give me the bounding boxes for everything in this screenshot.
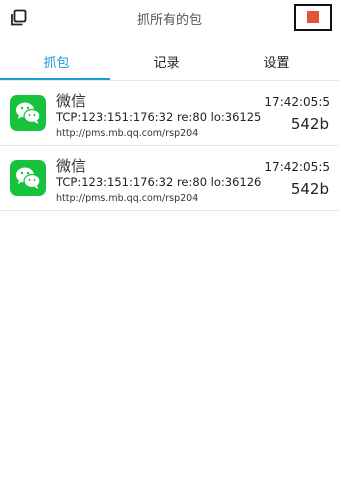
wechat-icon — [10, 95, 46, 131]
timestamp: 17:42:05:5 — [264, 160, 330, 174]
active-tab-indicator — [0, 78, 110, 80]
tab-capture[interactable]: 抓包 — [0, 52, 113, 71]
request-url: http://pms.mb.qq.com/rsp204 — [56, 128, 199, 139]
tab-settings[interactable]: 设置 — [220, 52, 333, 71]
packet-row[interactable]: 微信 TCP:123:151:176:32 re:80 lo:36126 htt… — [0, 146, 339, 211]
connection-info: TCP:123:151:176:32 re:80 lo:36126 — [56, 175, 262, 189]
request-url: http://pms.mb.qq.com/rsp204 — [56, 193, 199, 204]
page-title: 抓所有的包 — [136, 13, 202, 28]
stop-square-icon[interactable] — [307, 11, 319, 23]
app-name: 微信 — [56, 157, 87, 175]
tab-bar: 抓包 记录 设置 — [0, 36, 339, 81]
packet-list: 微信 TCP:123:151:176:32 re:80 lo:36125 htt… — [0, 81, 339, 211]
app-name: 微信 — [56, 92, 87, 110]
connection-info: TCP:123:151:176:32 re:80 lo:36125 — [56, 110, 262, 124]
packet-size: 542b — [290, 115, 329, 133]
packet-row[interactable]: 微信 TCP:123:151:176:32 re:80 lo:36125 htt… — [0, 81, 339, 146]
wechat-icon — [10, 160, 46, 196]
packet-size: 542b — [290, 180, 329, 198]
top-app-bar: 抓所有的包 — [0, 0, 339, 36]
tab-records[interactable]: 记录 — [110, 52, 223, 71]
timestamp: 17:42:05:5 — [264, 95, 330, 109]
